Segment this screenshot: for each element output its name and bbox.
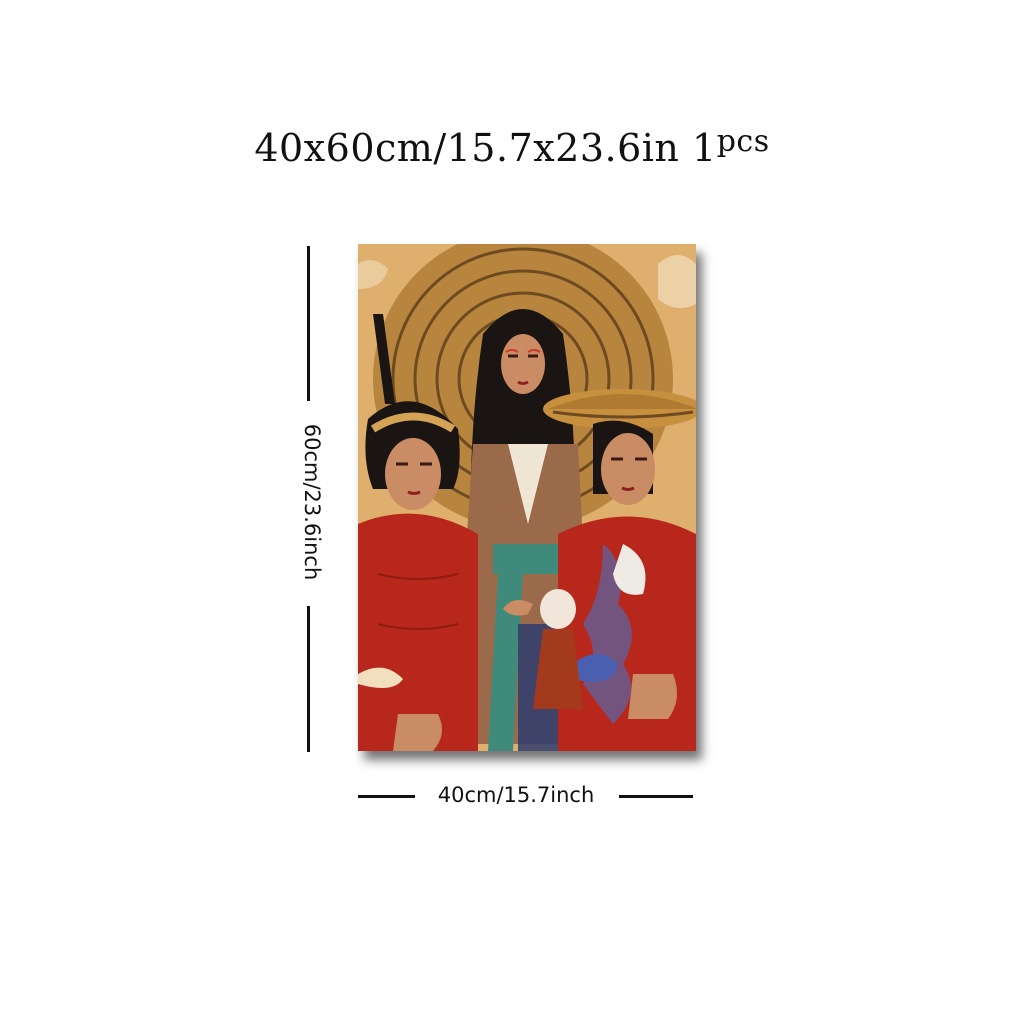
quantity-unit: pcs xyxy=(716,124,770,159)
height-dimension-line-bottom xyxy=(307,606,310,752)
product-image: 40x60cm/15.7x23.6in 1pcs 60cm/23.6inch 4… xyxy=(0,0,1024,1024)
artwork-illustration xyxy=(358,244,696,751)
height-dimension-line-top xyxy=(307,246,310,401)
canvas-print xyxy=(358,244,696,751)
size-title-text: 40x60cm/15.7x23.6in xyxy=(254,126,680,170)
quantity-number: 1 xyxy=(692,126,717,170)
width-dimension-label: 40cm/15.7inch xyxy=(437,783,595,807)
width-dimension-line-left xyxy=(358,795,415,798)
size-title: 40x60cm/15.7x23.6in 1pcs xyxy=(0,124,1024,170)
width-dimension-line-right xyxy=(619,795,693,798)
height-dimension-label: 60cm/23.6inch xyxy=(300,423,324,581)
